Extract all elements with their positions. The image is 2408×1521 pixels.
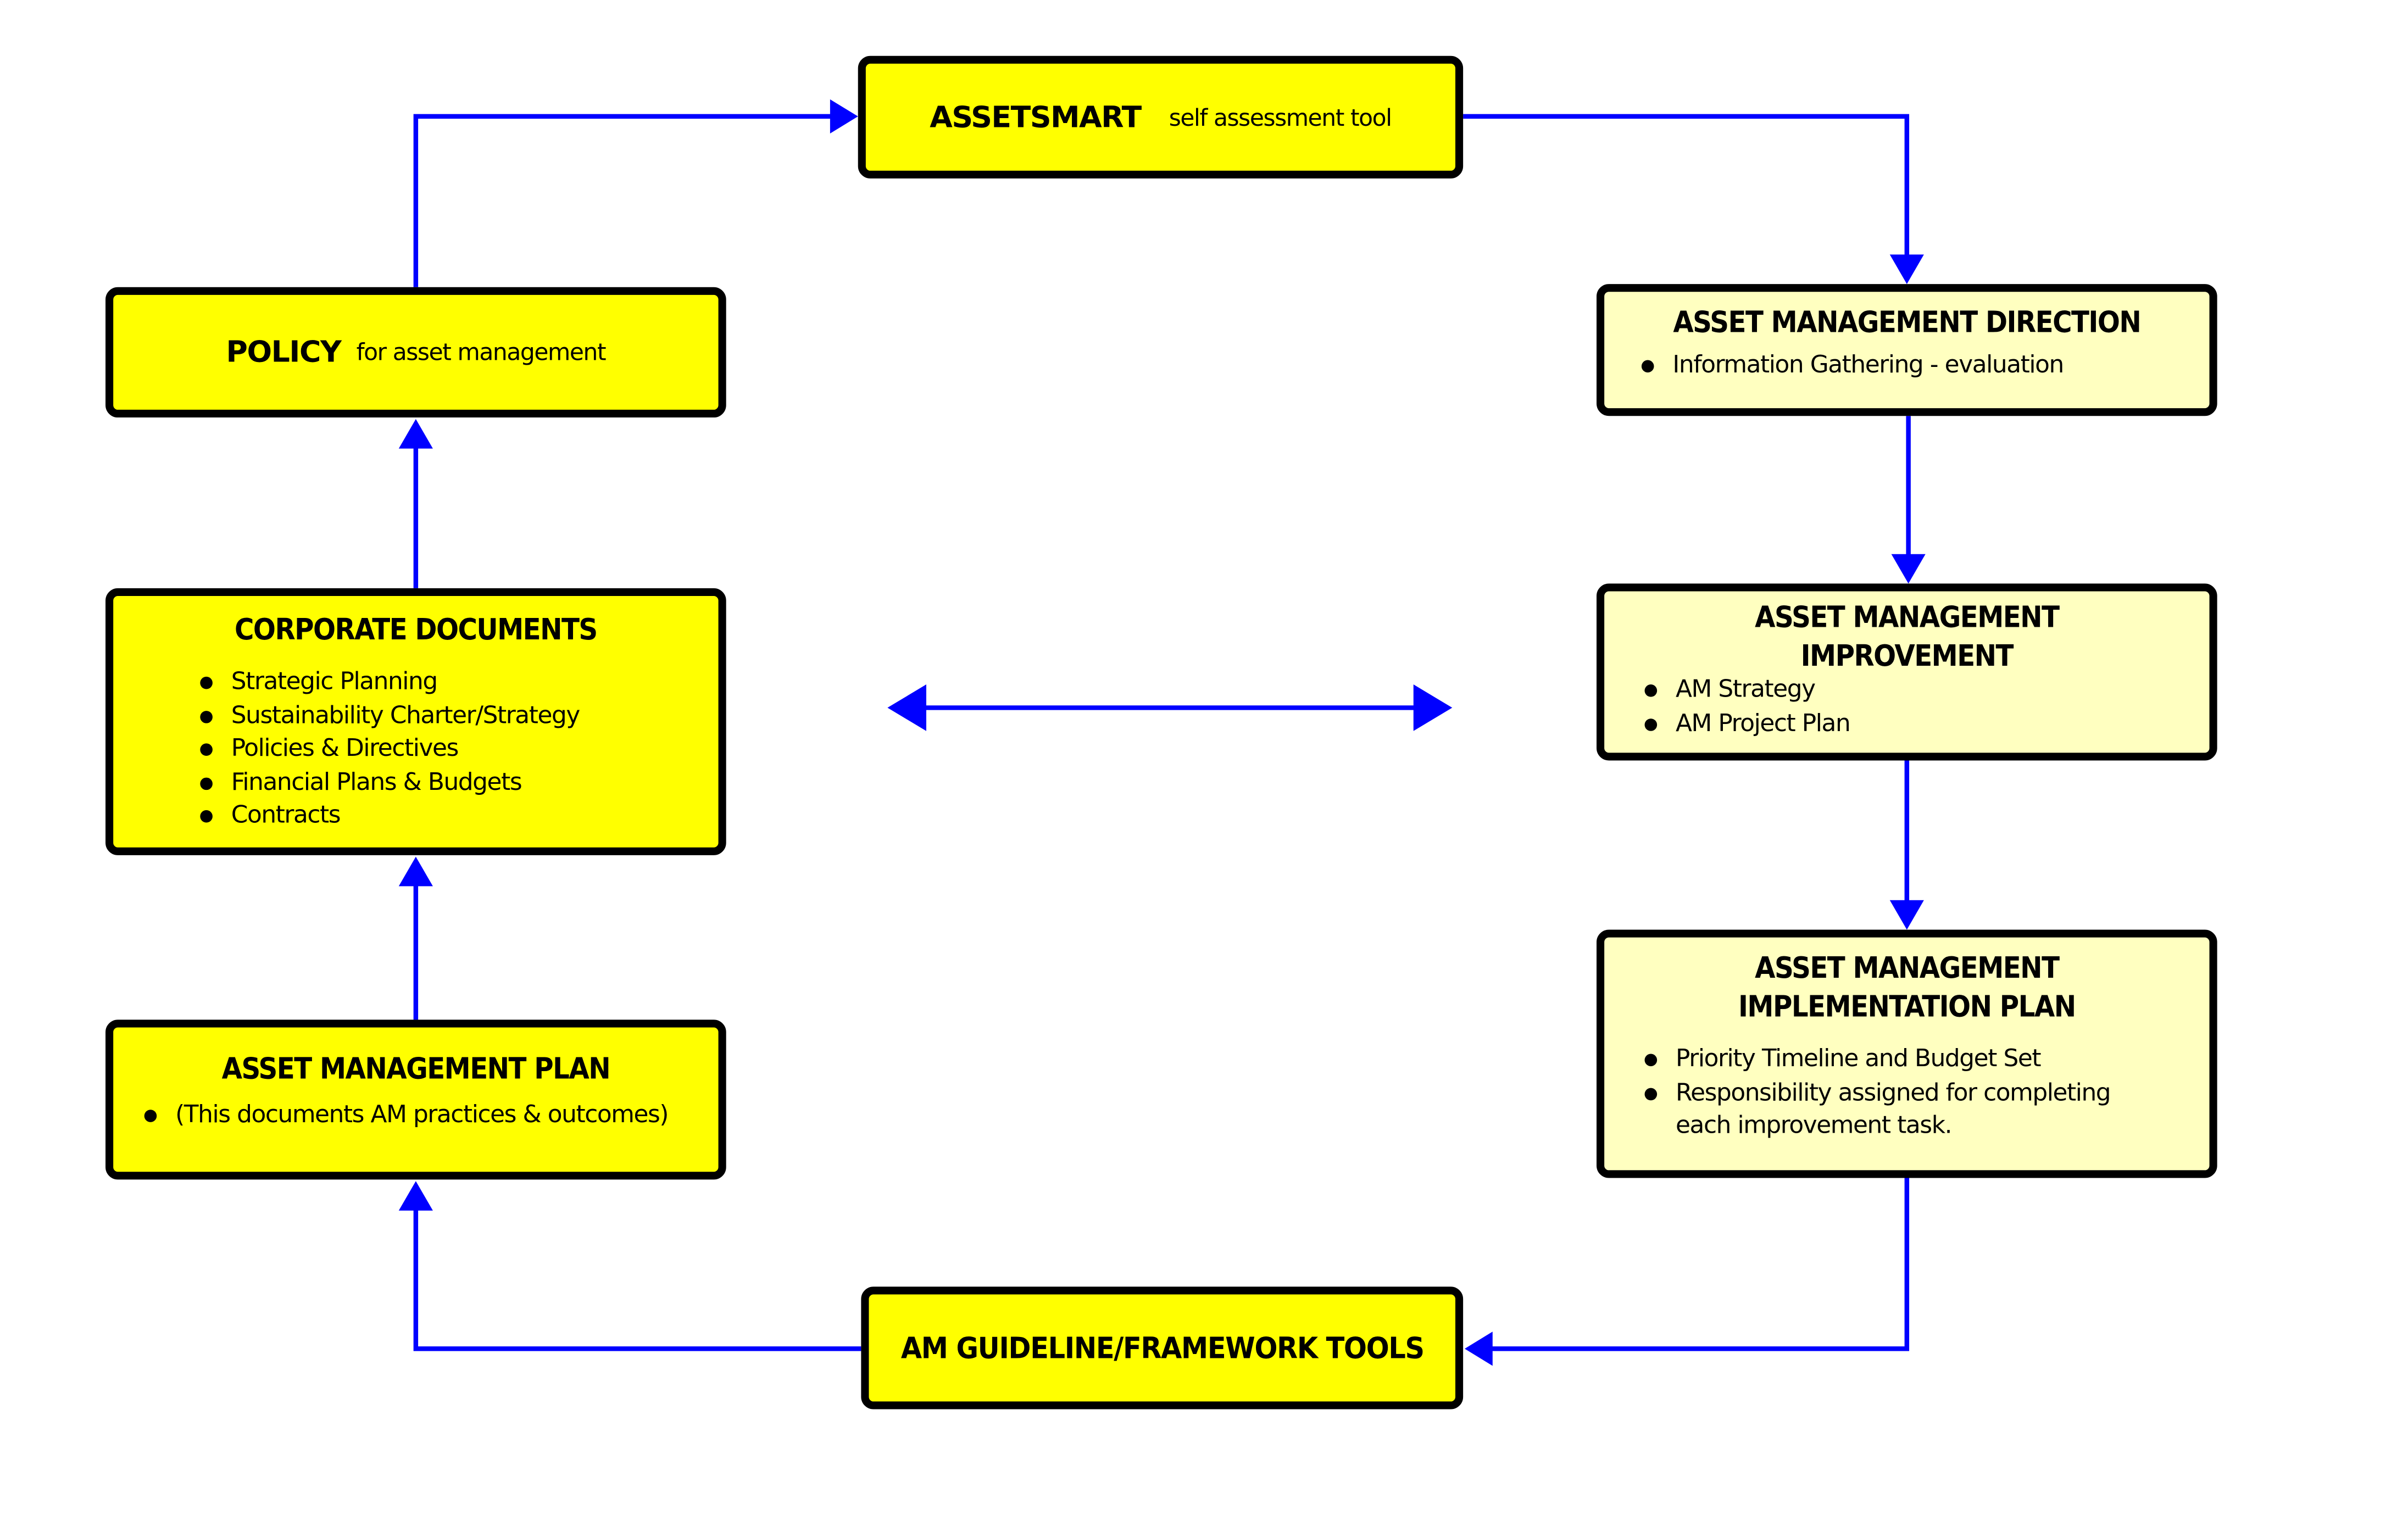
list-item: Sustainability Charter/Strategy (194, 699, 719, 733)
node-title: ASSET MANAGEMENT IMPROVEMENT (1634, 599, 2179, 677)
node-title-line: ASSET MANAGEMENT (1755, 600, 2060, 635)
list-item: (This documents AM practices & outcomes) (138, 1099, 718, 1132)
arrowhead-left-icon (1464, 1331, 1493, 1366)
node-title: ASSETSMART (930, 100, 1142, 135)
edge-policy-to-assetsmart (413, 114, 838, 287)
arrowhead-down-icon (1889, 254, 1924, 285)
node-title: ASSET MANAGEMENT DIRECTION (1673, 305, 2142, 340)
node-am-guideline: AM GUIDELINE/FRAMEWORK TOOLS (861, 1286, 1464, 1409)
node-bullet-list: (This documents AM practices & outcomes) (138, 1099, 718, 1132)
node-title-line: IMPROVEMENT (1800, 639, 2014, 674)
diagram-canvas: ASSETSMART self assessment tool POLICY f… (0, 0, 2408, 1521)
list-item: Policies & Directives (194, 733, 719, 766)
node-assetsmart: ASSETSMART self assessment tool (858, 55, 1464, 179)
node-title: CORPORATE DOCUMENTS (234, 613, 598, 648)
node-title: ASSET MANAGEMENT IMPLEMENTATION PLAN (1634, 950, 2179, 1027)
arrowhead-down-icon (1889, 900, 1924, 930)
arrowhead-right-icon (830, 99, 858, 133)
node-bullet-list: Strategic Planning Sustainability Charte… (194, 666, 719, 833)
list-item: Contracts (194, 799, 719, 833)
list-item: Information Gathering - evaluation (1636, 349, 2210, 383)
list-item: Priority Timeline and Budget Set (1638, 1043, 2178, 1077)
arrowhead-up-icon (398, 1181, 433, 1211)
node-title: AM GUIDELINE/FRAMEWORK TOOLS (900, 1330, 1424, 1366)
node-am-improvement: ASSET MANAGEMENT IMPROVEMENT AM Strategy… (1596, 583, 2217, 761)
node-asset-management-plan: ASSET MANAGEMENT PLAN (This documents AM… (105, 1019, 726, 1180)
node-am-direction: ASSET MANAGEMENT DIRECTION Information G… (1596, 284, 2217, 416)
arrowhead-up-icon (398, 419, 433, 449)
node-bullet-list: AM Strategy AM Project Plan (1638, 673, 2209, 740)
list-item: AM Strategy (1638, 673, 2209, 707)
node-title-line: ASSET MANAGEMENT (1755, 951, 2060, 986)
node-bullet-list: Priority Timeline and Budget Set Respons… (1638, 1043, 2178, 1143)
arrowhead-left-icon (887, 684, 926, 731)
arrowhead-right-icon (1413, 684, 1453, 731)
edge-implementation-to-guideline (1486, 1178, 1910, 1351)
list-item: Responsibility assigned for completing e… (1638, 1076, 2126, 1143)
node-corporate-documents: CORPORATE DOCUMENTS Strategic Planning S… (105, 588, 726, 855)
list-item: AM Project Plan (1638, 707, 2209, 740)
edge-guideline-to-amplan (413, 1204, 861, 1351)
arrowhead-down-icon (1891, 554, 1926, 584)
node-am-implementation: ASSET MANAGEMENT IMPLEMENTATION PLAN Pri… (1596, 929, 2217, 1178)
node-title-line: IMPLEMENTATION PLAN (1738, 990, 2076, 1024)
node-title: POLICY (226, 335, 342, 370)
node-subtitle: self assessment tool (1169, 103, 1392, 131)
arrowhead-up-icon (398, 856, 433, 887)
node-policy: POLICY for asset management (105, 287, 726, 418)
list-item: Strategic Planning (194, 666, 719, 699)
node-subtitle: for asset management (356, 338, 607, 366)
list-item: Financial Plans & Budgets (194, 766, 719, 799)
node-title: ASSET MANAGEMENT PLAN (221, 1052, 611, 1087)
edge-assetsmart-to-direction (1463, 114, 1910, 261)
node-bullet-list: Information Gathering - evaluation (1636, 349, 2210, 383)
